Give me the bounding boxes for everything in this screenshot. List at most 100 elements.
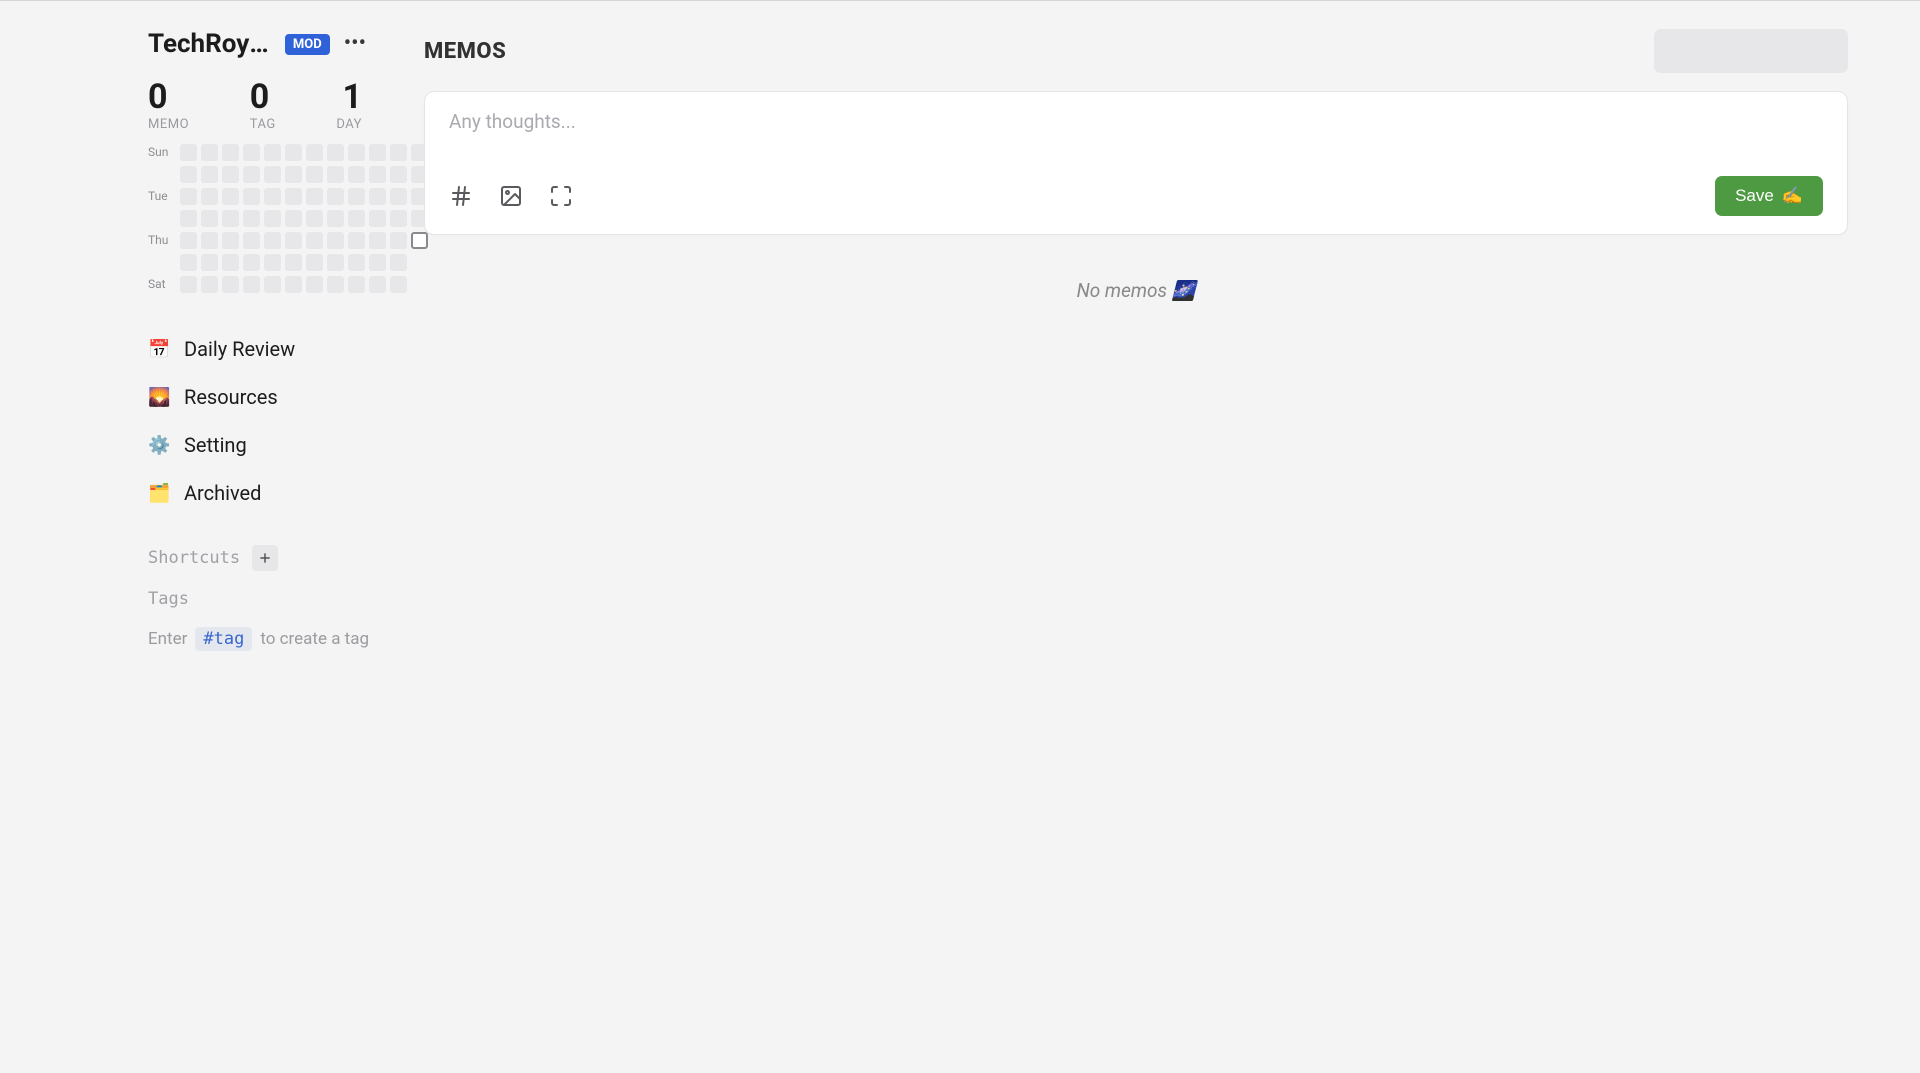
tags-label: Tags [148, 589, 189, 609]
heatmap-cell [306, 210, 323, 227]
heatmap-cell [348, 188, 365, 205]
heatmap-cell [369, 254, 386, 271]
heatmap-cell [348, 254, 365, 271]
heatmap-cell [369, 144, 386, 161]
heatmap-cell [285, 166, 302, 183]
shortcuts-label: Shortcuts [148, 548, 240, 568]
heatmap-day-label: Thu [148, 232, 176, 249]
heatmap-cell [222, 166, 239, 183]
image-icon[interactable] [499, 184, 523, 208]
heatmap-cell [180, 276, 197, 293]
save-button[interactable]: Save ✍️ [1715, 176, 1823, 216]
heatmap-cell [285, 232, 302, 249]
heatmap-cell [306, 232, 323, 249]
heatmap-cell [327, 232, 344, 249]
sidebar-item-daily-review[interactable]: 📅Daily Review [148, 325, 370, 373]
tag-help-pre: Enter [148, 629, 187, 649]
heatmap-cell [264, 276, 281, 293]
stat-day-value: 1 [336, 77, 362, 117]
stat-tag: 0 TAG [250, 77, 276, 132]
heatmap-cell [201, 144, 218, 161]
role-badge: MOD [285, 34, 330, 55]
heatmap-cell [243, 254, 260, 271]
heatmap-cell [327, 210, 344, 227]
sidebar: TechRoyLeo… MOD ••• 0 MEMO 0 TAG 1 DAY S… [0, 29, 400, 651]
heatmap-day-label [148, 254, 176, 271]
heatmap-cell [264, 166, 281, 183]
heatmap-cell [243, 188, 260, 205]
heatmap-cell [180, 232, 197, 249]
heatmap-cell [180, 188, 197, 205]
heatmap-cell [285, 144, 302, 161]
heatmap-cell [201, 210, 218, 227]
heatmap-cell [264, 188, 281, 205]
sidebar-item-label: Archived [184, 481, 261, 505]
stats: 0 MEMO 0 TAG 1 DAY [148, 77, 370, 132]
heatmap-cell [285, 210, 302, 227]
tag-chip: #tag [195, 627, 252, 651]
sidebar-item-label: Setting [184, 433, 247, 457]
user-row: TechRoyLeo… MOD ••• [148, 29, 370, 59]
main: MEMOS [400, 29, 1920, 651]
heatmap-cell [285, 276, 302, 293]
memo-textarea[interactable] [449, 110, 1823, 162]
heatmap-cell [369, 166, 386, 183]
setting-icon: ⚙️ [148, 435, 170, 456]
heatmap-cell [243, 166, 260, 183]
archived-icon: 🗂️ [148, 483, 170, 504]
heatmap-cell [306, 254, 323, 271]
heatmap-cell [243, 210, 260, 227]
heatmap-cell [264, 210, 281, 227]
stat-tag-label: TAG [250, 117, 276, 132]
stat-memo: 0 MEMO [148, 77, 189, 132]
sidebar-item-label: Resources [184, 385, 278, 409]
sidebar-item-archived[interactable]: 🗂️ Archived [148, 469, 370, 517]
writing-hand-icon: ✍️ [1782, 186, 1803, 206]
heatmap-cell [327, 188, 344, 205]
heatmap-day-label: Sun [148, 144, 176, 161]
composer-toolbar: Save ✍️ [449, 176, 1823, 216]
heatmap-cell [348, 210, 365, 227]
heatmap-cell [201, 232, 218, 249]
heatmap-cell [180, 144, 197, 161]
heatmap-cell [222, 232, 239, 249]
tag-help: Enter #tag to create a tag [148, 627, 370, 651]
heatmap-cell [222, 188, 239, 205]
heatmap-cell [285, 254, 302, 271]
heatmap-day-label: Sat [148, 276, 176, 293]
heatmap-cell [369, 210, 386, 227]
heatmap-cell [201, 254, 218, 271]
heatmap-cell [369, 232, 386, 249]
heatmap-cell [306, 188, 323, 205]
heatmap-cell [201, 166, 218, 183]
heatmap-cell [180, 210, 197, 227]
heatmap-cell [348, 232, 365, 249]
more-icon[interactable]: ••• [340, 33, 370, 55]
sidebar-item-setting[interactable]: ⚙️ Setting [148, 421, 370, 469]
heatmap-cell [243, 232, 260, 249]
heatmap-cell [243, 144, 260, 161]
search-input[interactable] [1678, 42, 1885, 60]
heatmap-cell [180, 254, 197, 271]
add-shortcut-button[interactable] [252, 545, 278, 571]
heatmap-cell [222, 210, 239, 227]
heatmap-cell [243, 276, 260, 293]
search-box[interactable] [1654, 29, 1848, 73]
stat-day-label: DAY [336, 117, 362, 132]
heatmap-cell [285, 188, 302, 205]
heatmap-cell [264, 232, 281, 249]
activity-heatmap: SunTueThuSat [148, 144, 370, 293]
resources-icon: 🌄 [148, 387, 170, 408]
heatmap-cell [222, 144, 239, 161]
fullscreen-icon[interactable] [549, 184, 573, 208]
sidebar-item-resources[interactable]: 🌄 Resources [148, 373, 370, 421]
heatmap-cell [201, 276, 218, 293]
heatmap-cell [327, 276, 344, 293]
heatmap-cell [264, 254, 281, 271]
stat-tag-value: 0 [250, 77, 276, 117]
hash-icon[interactable] [449, 184, 473, 208]
heatmap-cell [348, 144, 365, 161]
stat-memo-label: MEMO [148, 117, 189, 132]
daily-review-icon: 📅 [148, 339, 170, 360]
heatmap-cell [348, 166, 365, 183]
